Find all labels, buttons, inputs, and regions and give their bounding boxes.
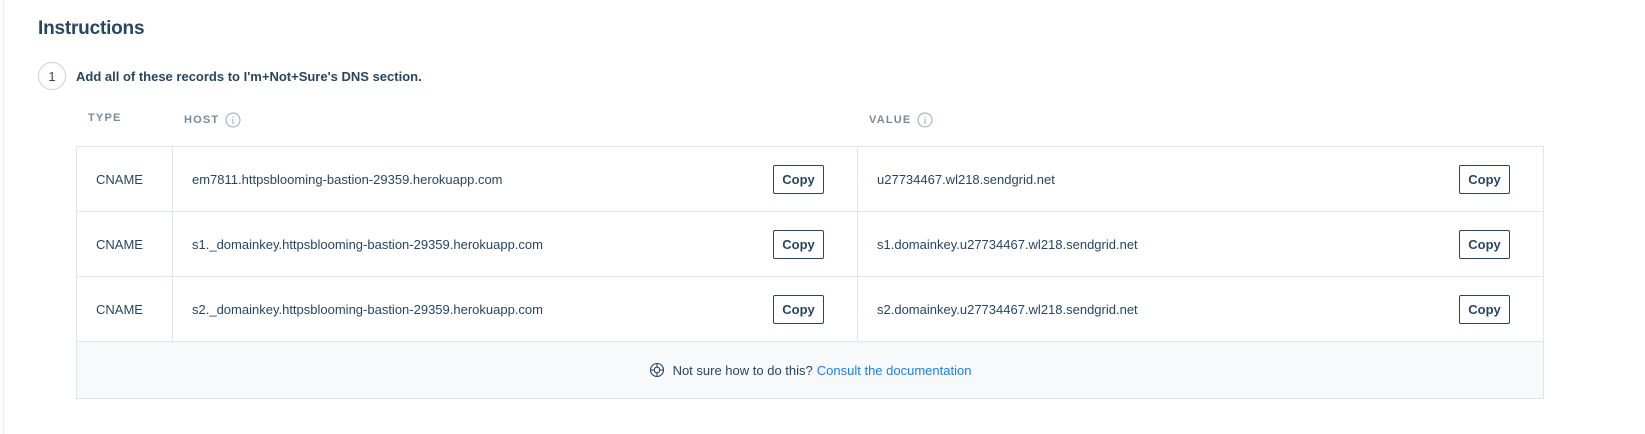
copy-value-button[interactable]: Copy <box>1459 229 1510 259</box>
record-host: s2._domainkey.httpsblooming-bastion-2935… <box>192 301 543 317</box>
copy-host-button[interactable]: Copy <box>773 164 824 194</box>
info-icon[interactable] <box>225 112 241 128</box>
record-host: em7811.httpsblooming-bastion-29359.herok… <box>192 171 503 187</box>
page-title: Instructions <box>38 18 145 39</box>
copy-value-button[interactable]: Copy <box>1459 294 1510 324</box>
record-host-cell: s2._domainkey.httpsblooming-bastion-2935… <box>173 277 858 341</box>
column-header-value: VALUE <box>869 112 933 128</box>
step-1: 1 Add all of these records to I'm+Not+Su… <box>38 62 422 90</box>
column-header-host: HOST <box>184 112 241 128</box>
step-number-badge: 1 <box>38 62 66 90</box>
record-type: CNAME <box>77 277 173 341</box>
column-header-type-label: TYPE <box>88 112 122 124</box>
record-value-cell: s1.domainkey.u27734467.wl218.sendgrid.ne… <box>858 212 1543 276</box>
step-instruction: Add all of these records to I'm+Not+Sure… <box>76 68 422 84</box>
left-divider <box>3 0 4 434</box>
copy-host-button[interactable]: Copy <box>773 229 824 259</box>
documentation-link[interactable]: Consult the documentation <box>817 363 972 378</box>
record-value: s2.domainkey.u27734467.wl218.sendgrid.ne… <box>877 301 1138 317</box>
column-header-value-label: VALUE <box>869 114 912 126</box>
table-row: CNAME em7811.httpsblooming-bastion-29359… <box>77 147 1543 212</box>
help-text: Not sure how to do this? <box>672 362 813 378</box>
record-host-cell: s1._domainkey.httpsblooming-bastion-2935… <box>173 212 858 276</box>
record-value: s1.domainkey.u27734467.wl218.sendgrid.ne… <box>877 236 1138 252</box>
dns-records-table: CNAME em7811.httpsblooming-bastion-29359… <box>76 146 1544 399</box>
record-type: CNAME <box>77 212 173 276</box>
copy-host-button[interactable]: Copy <box>773 294 824 324</box>
record-host-cell: em7811.httpsblooming-bastion-29359.herok… <box>173 147 858 211</box>
info-icon[interactable] <box>917 112 933 128</box>
column-header-host-label: HOST <box>184 114 220 126</box>
table-row: CNAME s2._domainkey.httpsblooming-bastio… <box>77 277 1543 342</box>
copy-value-button[interactable]: Copy <box>1459 164 1510 194</box>
help-footer: Not sure how to do this? Consult the doc… <box>77 342 1543 398</box>
record-value-cell: u27734467.wl218.sendgrid.net Copy <box>858 147 1543 211</box>
record-value: u27734467.wl218.sendgrid.net <box>877 171 1055 187</box>
lifebuoy-icon <box>649 362 665 378</box>
column-header-type: TYPE <box>88 112 122 124</box>
record-host: s1._domainkey.httpsblooming-bastion-2935… <box>192 236 543 252</box>
record-value-cell: s2.domainkey.u27734467.wl218.sendgrid.ne… <box>858 277 1543 341</box>
record-type: CNAME <box>77 147 173 211</box>
table-row: CNAME s1._domainkey.httpsblooming-bastio… <box>77 212 1543 277</box>
